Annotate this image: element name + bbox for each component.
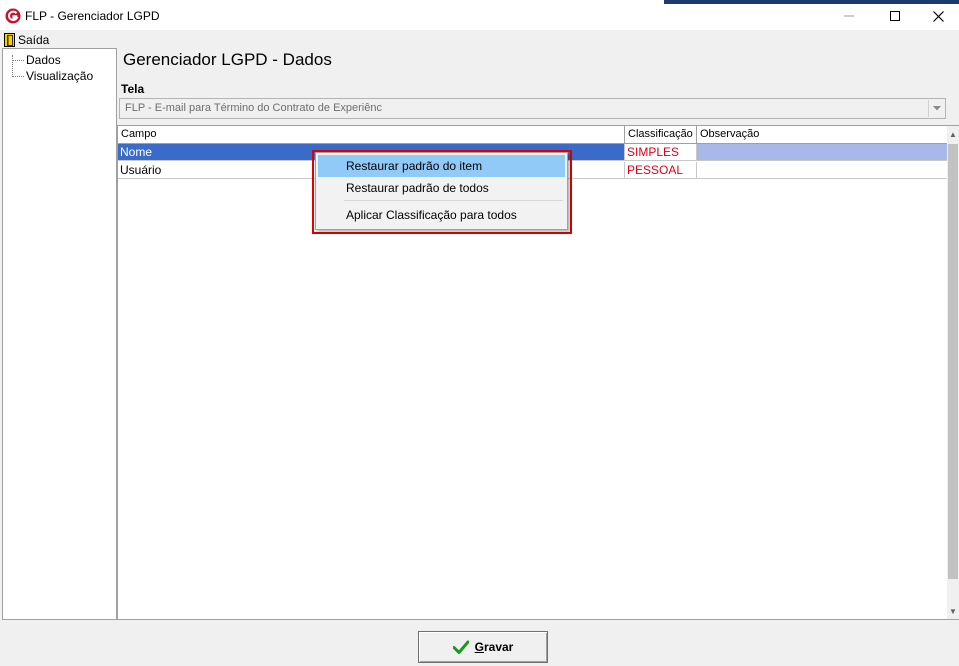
checkmark-icon <box>452 640 469 654</box>
chevron-down-icon[interactable] <box>928 100 944 117</box>
title-bar: FLP - Gerenciador LGPD <box>0 0 959 31</box>
tree-connector <box>12 59 24 61</box>
save-button[interactable]: Gravar <box>418 631 548 663</box>
sidebar-item-visualizacao[interactable]: Visualização <box>12 69 93 83</box>
cell-classificacao[interactable]: PESSOAL <box>625 162 697 178</box>
menu-item-restore-item-default[interactable]: Restaurar padrão do item <box>318 155 565 177</box>
column-header-campo[interactable]: Campo <box>118 126 625 143</box>
menu-bar: Saída <box>0 31 959 48</box>
tela-label: Tela <box>121 82 145 96</box>
context-menu: Restaurar padrão do item Restaurar padrã… <box>315 152 568 230</box>
grid-scrollbar[interactable]: ▲ ▼ <box>947 126 959 619</box>
page-title: Gerenciador LGPD - Dados <box>123 50 332 69</box>
cell-classificacao[interactable]: SIMPLES <box>625 144 697 160</box>
minimize-button[interactable] <box>826 1 872 31</box>
close-button[interactable] <box>918 1 959 31</box>
scroll-down-icon[interactable]: ▼ <box>947 603 959 619</box>
window-title: FLP - Gerenciador LGPD <box>25 9 160 23</box>
menu-separator <box>344 200 563 201</box>
cell-observacao[interactable] <box>697 144 947 160</box>
tela-select[interactable]: FLP - E-mail para Término do Contrato de… <box>119 98 946 119</box>
exit-door-icon <box>4 32 15 47</box>
grid-header: Campo Classificação Observação <box>118 126 947 144</box>
save-button-label: Gravar <box>474 640 514 654</box>
scroll-up-icon[interactable]: ▲ <box>947 126 959 142</box>
cell-observacao[interactable] <box>697 162 947 178</box>
column-header-observacao[interactable]: Observação <box>697 126 947 143</box>
sidebar-item-label: Visualização <box>26 69 94 83</box>
sidebar-item-dados[interactable]: Dados <box>12 53 61 67</box>
menu-item-apply-classification-all[interactable]: Aplicar Classificação para todos <box>318 204 565 226</box>
tela-select-value: FLP - E-mail para Término do Contrato de… <box>125 102 382 114</box>
minimize-icon <box>844 15 854 17</box>
close-icon <box>933 10 944 22</box>
sidebar-item-label: Dados <box>26 53 61 67</box>
tree-connector <box>12 75 24 77</box>
menu-item-restore-all-defaults[interactable]: Restaurar padrão de todos <box>318 177 565 199</box>
menu-exit[interactable]: Saída <box>4 32 49 47</box>
sidebar-tree: Dados Visualização <box>2 48 117 620</box>
column-header-classificacao[interactable]: Classificação <box>625 126 697 143</box>
scroll-thumb[interactable] <box>948 144 958 579</box>
maximize-button[interactable] <box>872 1 918 31</box>
app-logo-icon <box>5 8 21 24</box>
menu-exit-label: Saída <box>18 32 50 47</box>
maximize-icon <box>890 11 900 21</box>
